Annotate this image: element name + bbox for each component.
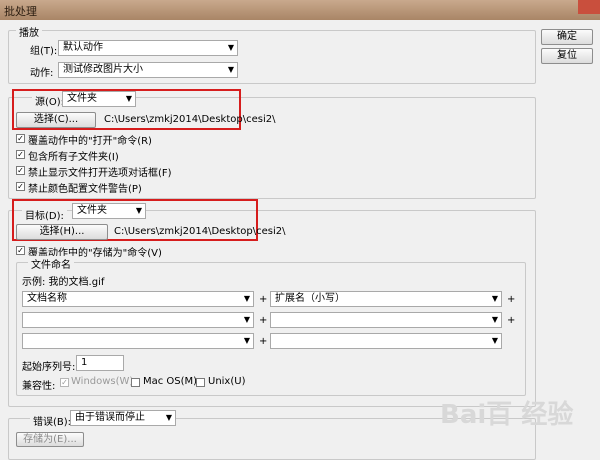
close-button[interactable] <box>578 0 600 14</box>
chevron-down-icon: ▼ <box>227 65 234 74</box>
plus-sign: + <box>259 294 268 305</box>
target-choose-button[interactable]: 选择(H)... <box>16 224 108 240</box>
action-select-value: 测试修改图片大小 <box>63 64 143 75</box>
naming-row1-left-value: 文档名称 <box>27 293 67 304</box>
errors-select-value: 由于错误而停止 <box>75 412 145 423</box>
naming-row2-left-select[interactable]: ▼ <box>22 312 254 328</box>
chevron-down-icon: ▼ <box>491 294 498 303</box>
override-save-checkbox[interactable]: ✓ <box>16 246 25 255</box>
include-subfolders-label: 包含所有子文件夹(I) <box>28 152 119 163</box>
reset-button[interactable]: 复位 <box>541 48 593 64</box>
override-open-checkbox[interactable]: ✓ <box>16 134 25 143</box>
action-label: 动作: <box>30 68 54 79</box>
suppress-open-dialog-checkbox[interactable]: ✓ <box>16 166 25 175</box>
compat-windows-checkbox[interactable]: ✓ <box>60 378 69 387</box>
play-legend: 播放 <box>16 24 42 39</box>
window-title: 批处理 <box>4 5 37 18</box>
target-label: 目标(D): <box>22 207 67 222</box>
suppress-open-dialog-label: 禁止显示文件打开选项对话框(F) <box>28 168 172 179</box>
chevron-down-icon: ▼ <box>243 336 250 345</box>
ok-button[interactable]: 确定 <box>541 29 593 45</box>
override-open-label: 覆盖动作中的"打开"命令(R) <box>28 136 152 147</box>
naming-row1-left-select[interactable]: 文档名称 ▼ <box>22 291 254 307</box>
include-subfolders-checkbox[interactable]: ✓ <box>16 150 25 159</box>
source-select-value: 文件夹 <box>67 93 97 104</box>
compat-macos-label: Mac OS(M) <box>143 376 198 387</box>
chevron-down-icon: ▼ <box>491 336 498 345</box>
serial-input[interactable]: 1 <box>76 355 124 371</box>
errors-select[interactable]: 由于错误而停止 ▼ <box>70 410 176 426</box>
compat-unix-checkbox[interactable] <box>196 378 205 387</box>
chevron-down-icon: ▼ <box>491 315 498 324</box>
target-select[interactable]: 文件夹 ▼ <box>72 203 146 219</box>
save-as-button[interactable]: 存储为(E)... <box>16 432 84 447</box>
compat-macos-checkbox[interactable] <box>131 378 140 387</box>
naming-row1-right-value: 扩展名（小写） <box>275 293 345 304</box>
chevron-down-icon: ▼ <box>227 43 234 52</box>
title-bar <box>0 0 600 20</box>
action-select[interactable]: 测试修改图片大小 ▼ <box>58 62 238 78</box>
errors-label: 错误(B): <box>30 413 75 428</box>
plus-sign: + <box>507 315 516 326</box>
group-label: 组(T): <box>30 46 58 57</box>
source-select[interactable]: 文件夹 ▼ <box>62 91 136 107</box>
naming-row3-left-select[interactable]: ▼ <box>22 333 254 349</box>
naming-row3-right-select[interactable]: ▼ <box>270 333 502 349</box>
naming-example: 示例: 我的文档.gif <box>22 277 105 288</box>
compat-unix-label: Unix(U) <box>208 376 246 387</box>
compat-windows-label: Windows(W) <box>71 376 134 387</box>
chevron-down-icon: ▼ <box>125 94 132 103</box>
serial-label: 起始序列号: <box>22 362 76 373</box>
suppress-color-warning-label: 禁止颜色配置文件警告(P) <box>28 184 142 195</box>
source-choose-button[interactable]: 选择(C)... <box>16 112 96 128</box>
chevron-down-icon: ▼ <box>243 294 250 303</box>
plus-sign: + <box>259 315 268 326</box>
group-select-value: 默认动作 <box>63 42 103 53</box>
source-path: C:\Users\zmkj2014\Desktop\cesi2\ <box>104 114 276 125</box>
plus-sign: + <box>259 336 268 347</box>
plus-sign: + <box>507 294 516 305</box>
target-path: C:\Users\zmkj2014\Desktop\cesi2\ <box>114 226 286 237</box>
naming-row1-right-select[interactable]: 扩展名（小写） ▼ <box>270 291 502 307</box>
group-select[interactable]: 默认动作 ▼ <box>58 40 238 56</box>
baidu-watermark: Bai百 经验 <box>440 400 574 430</box>
file-naming-legend: 文件命名 <box>28 256 74 271</box>
chevron-down-icon: ▼ <box>135 206 142 215</box>
compat-label: 兼容性: <box>22 381 56 392</box>
naming-row2-right-select[interactable]: ▼ <box>270 312 502 328</box>
chevron-down-icon: ▼ <box>243 315 250 324</box>
suppress-color-warning-checkbox[interactable]: ✓ <box>16 182 25 191</box>
target-select-value: 文件夹 <box>77 205 107 216</box>
chevron-down-icon: ▼ <box>165 413 172 422</box>
